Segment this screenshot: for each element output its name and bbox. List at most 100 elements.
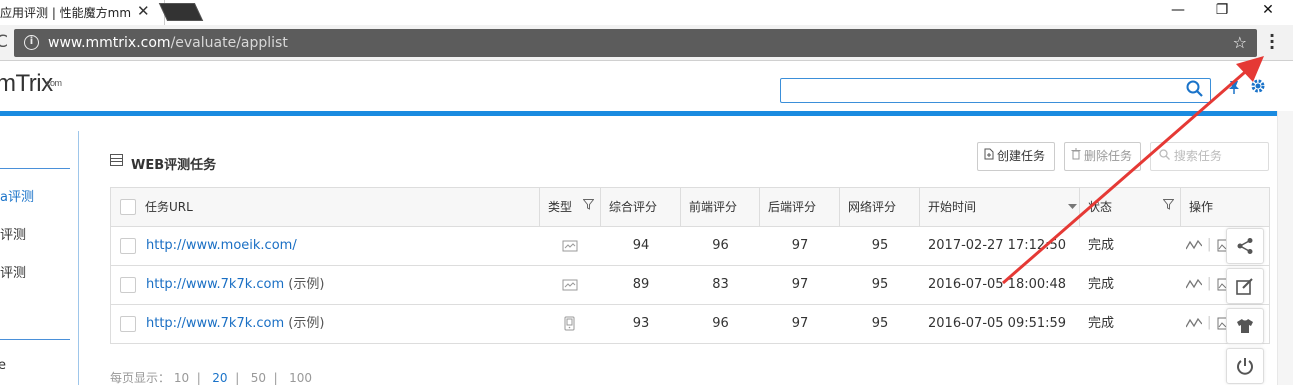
minimize-button[interactable]: — xyxy=(1155,0,1201,22)
col-type[interactable]: 类型 xyxy=(540,188,601,226)
gear-icon[interactable] xyxy=(1250,78,1266,99)
share-button[interactable] xyxy=(1226,228,1264,264)
create-task-button[interactable]: 创建任务 xyxy=(977,142,1055,171)
row-url-cell: http://www.7k7k.com (示例) xyxy=(146,305,324,343)
select-all-checkbox[interactable] xyxy=(120,199,136,215)
sidebar-item-3[interactable]: 评测 xyxy=(0,262,26,281)
browser-menu-icon[interactable]: · · · xyxy=(1267,28,1277,56)
theme-button[interactable] xyxy=(1226,308,1264,344)
front-score: 83 xyxy=(712,277,729,292)
op-separator: | xyxy=(1207,237,1212,252)
page-size-selector: 每页显示： 10 | 20 | 50 | 100 xyxy=(110,369,312,385)
start-time: 2016-07-05 09:51:59 xyxy=(928,316,1067,331)
sidebar-item-2[interactable]: 评测 xyxy=(0,224,26,243)
type-filter-icon[interactable] xyxy=(582,188,595,226)
web-type-icon xyxy=(562,279,578,294)
sort-desc-icon[interactable] xyxy=(1068,188,1077,226)
tab-close-icon[interactable]: ✕ xyxy=(137,2,150,20)
address-bar[interactable]: i www.mmtrix.com/evaluate/applist ☆ xyxy=(14,29,1257,57)
start-time: 2017-02-27 17:12:50 xyxy=(928,238,1067,253)
reload-icon[interactable]: C xyxy=(0,32,8,52)
page-size-100[interactable]: 100 xyxy=(289,371,312,385)
logo-sup: com xyxy=(46,78,62,88)
url-host: www.mmtrix.com xyxy=(48,35,171,51)
close-window-button[interactable]: ✕ xyxy=(1245,0,1291,22)
create-task-label: 创建任务 xyxy=(997,149,1046,163)
col-status[interactable]: 状态 xyxy=(1080,188,1181,226)
browser-titlebar: 应用评测 | 性能魔方mm ✕ — ❐ ✕ xyxy=(0,0,1293,25)
net-score: 95 xyxy=(871,238,889,253)
row-checkbox[interactable] xyxy=(120,238,136,254)
site-logo[interactable]: mTrix com xyxy=(0,70,62,98)
new-tab-button[interactable] xyxy=(158,3,204,21)
create-icon xyxy=(984,143,994,170)
page-scrollbar[interactable] xyxy=(1277,111,1293,385)
status-text: 完成 xyxy=(1088,316,1115,331)
net-score: 95 xyxy=(871,316,889,331)
row-url-suffix: (示例) xyxy=(284,277,325,292)
pin-icon[interactable] xyxy=(1228,80,1240,98)
trash-icon xyxy=(1071,143,1081,170)
bookmark-star-icon[interactable]: ☆ xyxy=(1233,33,1247,52)
url-text[interactable]: www.mmtrix.com/evaluate/applist xyxy=(48,35,288,51)
browser-tab[interactable]: 应用评测 | 性能魔方mm ✕ xyxy=(0,0,165,25)
op-separator: | xyxy=(1207,276,1212,291)
col-status-label: 状态 xyxy=(1088,200,1113,214)
row-checkbox[interactable] xyxy=(120,277,136,293)
front-score: 96 xyxy=(712,238,729,253)
global-search-input[interactable] xyxy=(780,78,1211,103)
table-row: http://www.7k7k.com (示例) 89 83 97 95 201… xyxy=(110,266,1270,305)
browser-toolbar: C i www.mmtrix.com/evaluate/applist ☆ · ·… xyxy=(0,25,1293,61)
status-filter-icon[interactable] xyxy=(1162,188,1175,226)
row-url-suffix: (示例) xyxy=(284,316,325,331)
row-url-link[interactable]: http://www.7k7k.com xyxy=(146,277,284,292)
page-size-10[interactable]: 10 xyxy=(174,371,189,385)
trend-icon[interactable] xyxy=(1185,317,1203,333)
row-url-link[interactable]: http://www.7k7k.com xyxy=(146,316,284,331)
task-search-input[interactable]: 搜索任务 xyxy=(1150,142,1269,171)
col-front[interactable]: 前端评分 xyxy=(681,188,760,226)
search-icon[interactable] xyxy=(1186,80,1203,101)
delete-task-label: 删除任务 xyxy=(1084,149,1133,163)
task-search-icon xyxy=(1159,149,1174,163)
page-size-50[interactable]: 50 xyxy=(251,371,266,385)
pager-separator: | xyxy=(231,371,247,385)
trend-icon[interactable] xyxy=(1185,278,1203,294)
overall-score: 93 xyxy=(632,316,650,331)
col-url[interactable]: 任务URL xyxy=(111,188,540,226)
row-url-link[interactable]: http://www.moeik.com/ xyxy=(146,238,297,253)
pager-separator: | xyxy=(192,371,209,385)
col-back[interactable]: 后端评分 xyxy=(760,188,840,226)
pager-separator: | xyxy=(269,371,286,385)
row-checkbox[interactable] xyxy=(120,316,136,332)
col-type-label: 类型 xyxy=(548,200,573,214)
trend-icon[interactable] xyxy=(1185,239,1203,255)
col-start[interactable]: 开始时间 xyxy=(920,188,1080,226)
shirt-icon xyxy=(1236,319,1254,339)
sidebar-item-bottom[interactable]: e xyxy=(0,358,6,373)
col-ops: 操作 xyxy=(1189,200,1214,214)
maximize-button[interactable]: ❐ xyxy=(1199,0,1245,22)
feedback-button[interactable] xyxy=(1226,268,1264,304)
share-icon xyxy=(1236,238,1254,260)
row-url-cell: http://www.7k7k.com (示例) xyxy=(146,266,324,304)
sidebar-border xyxy=(78,131,79,385)
page-root: 应用评测 | 性能魔方mm ✕ — ❐ ✕ C i www.mmtrix.com… xyxy=(0,0,1293,385)
overall-score: 89 xyxy=(632,277,650,292)
power-icon xyxy=(1236,358,1254,380)
logout-button[interactable] xyxy=(1226,348,1264,384)
web-type-icon xyxy=(562,240,578,255)
sidebar-divider-bottom xyxy=(0,339,70,340)
info-icon[interactable]: i xyxy=(24,35,39,50)
mobile-type-icon xyxy=(564,316,575,334)
back-score: 97 xyxy=(791,316,809,331)
delete-task-button[interactable]: 删除任务 xyxy=(1064,142,1141,171)
table-row: http://www.moeik.com/ 94 96 97 95 2017-0… xyxy=(110,227,1270,266)
url-path: /evaluate/applist xyxy=(170,35,288,51)
col-net[interactable]: 网络评分 xyxy=(840,188,920,226)
page-size-20[interactable]: 20 xyxy=(212,371,227,385)
sidebar-item-app-eval[interactable]: a评测 xyxy=(0,186,34,205)
table-icon xyxy=(110,154,123,166)
task-search-placeholder: 搜索任务 xyxy=(1173,149,1222,163)
col-overall[interactable]: 综合评分 xyxy=(601,188,681,226)
